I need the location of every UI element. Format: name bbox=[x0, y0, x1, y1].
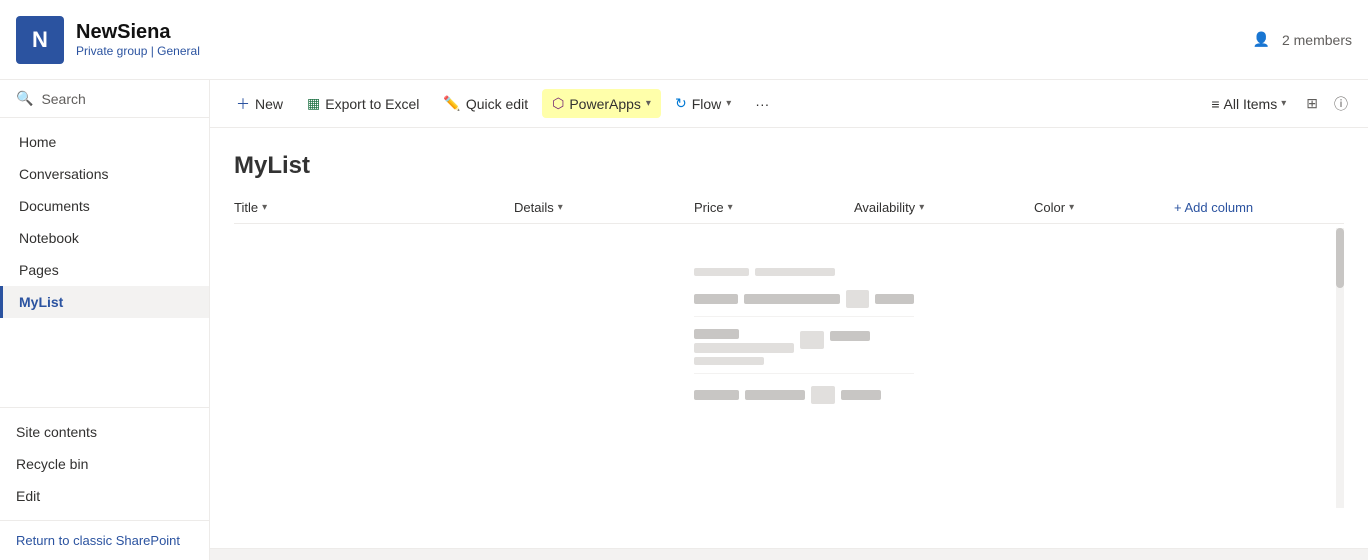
site-name: NewSiena bbox=[76, 21, 200, 44]
sidebar: 🔍 Search Home Conversations Documents No… bbox=[0, 80, 210, 560]
more-button[interactable]: ··· bbox=[745, 90, 779, 118]
quickedit-label: Quick edit bbox=[466, 96, 528, 112]
sidebar-item-mylist[interactable]: MyList bbox=[0, 286, 209, 318]
col-availability-chevron: ▾ bbox=[919, 202, 924, 213]
flow-icon: ↻ bbox=[675, 95, 687, 112]
all-items-label: All Items bbox=[1224, 96, 1278, 112]
return-to-classic-link[interactable]: Return to classic SharePoint bbox=[0, 520, 209, 560]
sidebar-item-label: Pages bbox=[19, 262, 59, 278]
col-color-label: Color bbox=[1034, 200, 1065, 215]
content-area: ＋ New ▦ Export to Excel ✏️ Quick edit ⬡ … bbox=[210, 80, 1368, 560]
sidebar-item-notebook[interactable]: Notebook bbox=[0, 222, 209, 254]
add-column-button[interactable]: + Add column bbox=[1174, 200, 1253, 215]
col-title-chevron: ▾ bbox=[262, 202, 267, 213]
skeleton-illustration bbox=[694, 268, 914, 412]
column-price[interactable]: Price ▾ bbox=[694, 200, 854, 215]
all-items-lines-icon: ≡ bbox=[1211, 96, 1219, 112]
members-icon: 👤 bbox=[1253, 31, 1270, 48]
list-content: MyList Title ▾ Details ▾ Price ▾ Availab… bbox=[210, 128, 1368, 548]
sidebar-item-conversations[interactable]: Conversations bbox=[0, 158, 209, 190]
search-icon: 🔍 bbox=[16, 90, 33, 107]
site-logo: N bbox=[16, 16, 64, 64]
main-layout: 🔍 Search Home Conversations Documents No… bbox=[0, 80, 1368, 560]
col-availability-label: Availability bbox=[854, 200, 915, 215]
scrollbar-thumb[interactable] bbox=[1336, 228, 1344, 288]
col-price-chevron: ▾ bbox=[728, 202, 733, 213]
toolbar-right: ≡ All Items ▾ ⊞ ⓘ bbox=[1203, 90, 1352, 118]
excel-icon: ▦ bbox=[307, 95, 320, 112]
search-label: Search bbox=[41, 91, 85, 107]
powerapps-icon: ⬡ bbox=[552, 95, 564, 112]
flow-label: Flow bbox=[692, 96, 722, 112]
export-to-excel-button[interactable]: ▦ Export to Excel bbox=[297, 89, 429, 118]
sidebar-item-edit[interactable]: Edit bbox=[0, 480, 209, 512]
sidebar-item-site-contents[interactable]: Site contents bbox=[0, 416, 209, 448]
plus-icon: ＋ bbox=[236, 94, 250, 114]
powerapps-button[interactable]: ⬡ PowerApps ▾ bbox=[542, 89, 661, 118]
empty-state bbox=[234, 228, 1344, 508]
sidebar-item-label: Documents bbox=[19, 198, 90, 214]
all-items-chevron-icon: ▾ bbox=[1281, 98, 1286, 109]
sidebar-item-label: Edit bbox=[16, 488, 40, 504]
horizontal-scrollbar[interactable] bbox=[210, 548, 1368, 560]
flow-chevron-icon: ▾ bbox=[726, 98, 731, 109]
members-label: 2 members bbox=[1282, 32, 1352, 48]
sidebar-item-label: Notebook bbox=[19, 230, 79, 246]
sidebar-item-home[interactable]: Home bbox=[0, 126, 209, 158]
edit-icon: ✏️ bbox=[443, 95, 460, 112]
column-details[interactable]: Details ▾ bbox=[514, 200, 694, 215]
col-price-label: Price bbox=[694, 200, 724, 215]
new-button[interactable]: ＋ New bbox=[226, 88, 293, 120]
sidebar-item-label: Home bbox=[19, 134, 56, 150]
sidebar-search[interactable]: 🔍 Search bbox=[0, 80, 209, 118]
header-members[interactable]: 👤 2 members bbox=[1253, 31, 1352, 48]
col-title-label: Title bbox=[234, 200, 258, 215]
table-header: Title ▾ Details ▾ Price ▾ Availability ▾… bbox=[234, 200, 1344, 224]
column-availability[interactable]: Availability ▾ bbox=[854, 200, 1034, 215]
col-details-chevron: ▾ bbox=[558, 202, 563, 213]
export-label: Export to Excel bbox=[325, 96, 419, 112]
all-items-button[interactable]: ≡ All Items ▾ bbox=[1203, 92, 1294, 116]
flow-button[interactable]: ↻ Flow ▾ bbox=[665, 89, 741, 118]
sidebar-item-label: Site contents bbox=[16, 424, 97, 440]
sidebar-item-label: Conversations bbox=[19, 166, 109, 182]
scrollbar-track[interactable] bbox=[1336, 228, 1344, 508]
column-color[interactable]: Color ▾ bbox=[1034, 200, 1174, 215]
sidebar-item-label: Recycle bin bbox=[16, 456, 88, 472]
header: N NewSiena Private group | General 👤 2 m… bbox=[0, 0, 1368, 80]
sidebar-nav: Home Conversations Documents Notebook Pa… bbox=[0, 118, 209, 407]
col-color-chevron: ▾ bbox=[1069, 202, 1074, 213]
add-column-label: + Add column bbox=[1174, 200, 1253, 215]
column-title[interactable]: Title ▾ bbox=[234, 200, 514, 215]
sidebar-item-label: MyList bbox=[19, 294, 63, 310]
powerapps-label: PowerApps bbox=[569, 96, 641, 112]
sidebar-item-recycle-bin[interactable]: Recycle bin bbox=[0, 448, 209, 480]
site-subtitle: Private group | General bbox=[76, 44, 200, 58]
sidebar-bottom: Site contents Recycle bin Edit bbox=[0, 407, 209, 520]
info-icon[interactable]: ⓘ bbox=[1330, 90, 1352, 118]
quick-edit-button[interactable]: ✏️ Quick edit bbox=[433, 89, 538, 118]
sidebar-item-documents[interactable]: Documents bbox=[0, 190, 209, 222]
filter-icon[interactable]: ⊞ bbox=[1302, 91, 1322, 116]
more-label: ··· bbox=[755, 96, 769, 112]
toolbar: ＋ New ▦ Export to Excel ✏️ Quick edit ⬡ … bbox=[210, 80, 1368, 128]
sidebar-item-pages[interactable]: Pages bbox=[0, 254, 209, 286]
site-title-group: NewSiena Private group | General bbox=[76, 21, 200, 58]
powerapps-chevron-icon: ▾ bbox=[646, 98, 651, 109]
col-details-label: Details bbox=[514, 200, 554, 215]
new-label: New bbox=[255, 96, 283, 112]
list-title: MyList bbox=[234, 152, 1344, 180]
